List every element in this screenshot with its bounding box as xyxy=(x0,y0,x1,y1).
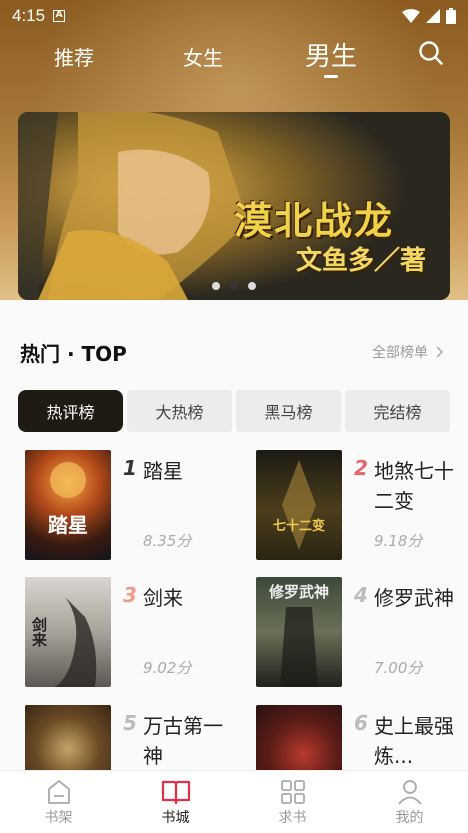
nav-bookstore[interactable]: 书城 xyxy=(117,771,234,833)
nav-label: 书架 xyxy=(44,810,73,826)
book-item[interactable]: 七十二变 2 地煞七十二变 9.18分 xyxy=(256,450,468,562)
rank-number: 6 xyxy=(354,711,368,735)
book-title: 踏星 xyxy=(143,459,183,483)
book-item[interactable]: 踏星 1 踏星 8.35分 xyxy=(25,450,245,562)
tab-female[interactable]: 女生 xyxy=(183,42,223,71)
rank-number: 2 xyxy=(354,456,368,480)
book-item[interactable]: 修罗武神 4 修罗武神 7.00分 xyxy=(256,577,468,689)
book-score: 9.02分 xyxy=(143,659,192,677)
rank-number: 4 xyxy=(354,583,368,607)
cover-art: 踏星 xyxy=(48,462,88,537)
user-icon xyxy=(397,780,422,805)
book-score: 7.00分 xyxy=(374,659,423,677)
banner-dot[interactable] xyxy=(212,282,220,290)
book-title: 地煞七十二变 xyxy=(374,459,454,513)
book-item[interactable]: 剑来 3 剑来 9.02分 xyxy=(25,577,245,689)
svg-text:修罗武神: 修罗武神 xyxy=(268,583,329,601)
nav-bookshelf[interactable]: 书架 xyxy=(0,771,117,833)
view-all-rankings-link[interactable]: 全部榜单 xyxy=(372,342,444,362)
tab-active-indicator xyxy=(324,75,338,78)
bottom-navigation: 书架 书城 求书 我的 xyxy=(0,770,468,833)
rank-number: 5 xyxy=(123,711,137,735)
wifi-icon xyxy=(402,9,420,23)
book-title: 剑来 xyxy=(143,586,183,610)
tab-hot-reviews[interactable]: 热评榜 xyxy=(18,390,123,432)
banner-dot-active[interactable] xyxy=(230,282,238,290)
ranking-tabs: 热评榜 大热榜 黑马榜 完结榜 xyxy=(18,390,450,432)
signal-icon xyxy=(426,9,440,23)
banner-author: 文鱼多／著 xyxy=(296,246,427,276)
nav-label: 我的 xyxy=(395,810,424,826)
book-cover[interactable]: 剑来 xyxy=(25,577,111,687)
book-cover[interactable]: 修罗武神 xyxy=(256,577,342,687)
cover-art: 剑来 xyxy=(30,597,97,687)
tab-most-popular[interactable]: 大热榜 xyxy=(127,390,232,432)
promo-banner[interactable]: 漠北战龙 文鱼多／著 xyxy=(18,112,450,300)
battery-icon xyxy=(446,8,456,24)
nav-profile[interactable]: 我的 xyxy=(351,771,468,833)
tab-male[interactable]: 男生 xyxy=(305,36,357,73)
svg-text:剑来: 剑来 xyxy=(30,616,48,648)
book-score: 9.18分 xyxy=(374,532,423,550)
category-tabs: 推荐 女生 男生 xyxy=(0,36,468,78)
grid-icon xyxy=(280,780,305,804)
tab-recommend[interactable]: 推荐 xyxy=(54,42,94,71)
nav-label: 书城 xyxy=(161,810,190,826)
tab-completed[interactable]: 完结榜 xyxy=(345,390,450,432)
bookshelf-icon xyxy=(47,780,70,804)
notification-icon: A xyxy=(53,10,66,22)
book-title: 史上最强炼... xyxy=(374,714,454,768)
rank-number: 1 xyxy=(123,456,137,480)
book-cover[interactable]: 七十二变 xyxy=(256,450,342,560)
nav-request-book[interactable]: 求书 xyxy=(234,771,351,833)
svg-text:踏星: 踏星 xyxy=(48,513,88,537)
cover-art: 修罗武神 xyxy=(268,583,329,687)
book-title: 万古第一神 xyxy=(143,714,223,768)
search-icon[interactable] xyxy=(418,40,444,66)
status-time: 4:15 xyxy=(12,6,46,25)
book-title: 修罗武神 xyxy=(374,586,454,610)
hot-section: 热门 · TOP 全部榜单 热评榜 大热榜 黑马榜 完结榜 踏星 1 踏星 8.… xyxy=(0,300,468,815)
banner-title: 漠北战龙 xyxy=(234,198,395,243)
view-all-label: 全部榜单 xyxy=(372,345,428,361)
nav-label: 求书 xyxy=(278,810,307,826)
cover-art: 七十二变 xyxy=(273,460,325,550)
book-score: 8.35分 xyxy=(143,532,192,550)
svg-text:七十二变: 七十二变 xyxy=(273,518,325,534)
book-cover[interactable]: 踏星 xyxy=(25,450,111,560)
banner-dot[interactable] xyxy=(248,282,256,290)
tab-dark-horse[interactable]: 黑马榜 xyxy=(236,390,341,432)
banner-pagination xyxy=(18,282,450,290)
section-title: 热门 · TOP xyxy=(20,342,127,366)
rank-number: 3 xyxy=(123,583,137,607)
chevron-right-icon xyxy=(436,346,444,358)
status-bar: 4:15 A xyxy=(0,0,468,32)
book-open-icon xyxy=(161,780,190,805)
